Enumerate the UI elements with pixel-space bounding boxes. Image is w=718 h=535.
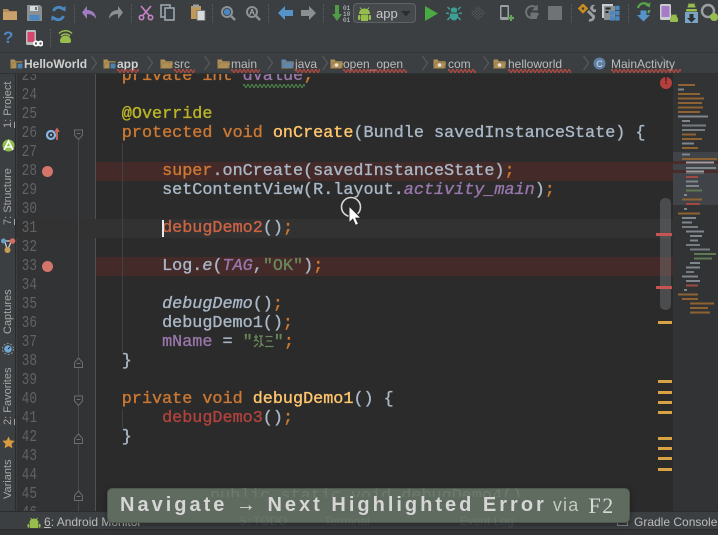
svg-text:C: C bbox=[596, 59, 603, 69]
svg-text:01: 01 bbox=[343, 17, 351, 23]
svg-text:A: A bbox=[249, 8, 255, 17]
